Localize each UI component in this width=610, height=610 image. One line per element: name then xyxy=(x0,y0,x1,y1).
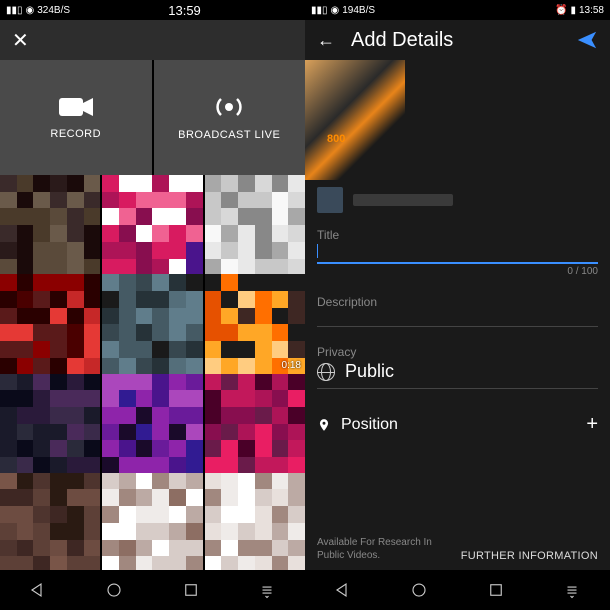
privacy-label: Privacy xyxy=(317,345,598,359)
thumb[interactable] xyxy=(102,473,202,570)
send-icon[interactable] xyxy=(576,29,598,51)
signal-icon: ▮▮▯ xyxy=(311,5,328,16)
thumb[interactable] xyxy=(0,274,100,374)
header-right: ← Add Details xyxy=(305,20,610,60)
broadcast-label: BROADCAST LIVE xyxy=(178,129,280,141)
video-preview[interactable] xyxy=(305,60,405,180)
further-info-link[interactable]: FURTHER INFORMATION xyxy=(461,550,598,562)
thumb[interactable] xyxy=(102,175,202,275)
wifi-icon: ◉ xyxy=(331,5,340,16)
form: Title 0 / 100 Description Privacy Public… xyxy=(305,220,610,536)
thumb[interactable] xyxy=(205,374,305,474)
gallery-grid: 0:18 xyxy=(0,175,305,570)
desc-input[interactable] xyxy=(317,309,598,327)
nav-home-icon[interactable] xyxy=(410,581,428,599)
thumb[interactable] xyxy=(0,175,100,275)
desc-label: Description xyxy=(317,295,598,309)
record-button[interactable]: RECORD xyxy=(0,60,152,175)
title-input[interactable] xyxy=(317,242,598,264)
duration-label: 0:18 xyxy=(282,360,301,371)
action-row: RECORD BROADCAST LIVE xyxy=(0,60,305,175)
thumb[interactable] xyxy=(205,175,305,275)
nav-menu-icon[interactable] xyxy=(258,581,276,599)
nav-recent-icon[interactable] xyxy=(182,581,200,599)
nav-recent-icon[interactable] xyxy=(487,581,505,599)
thumb[interactable] xyxy=(0,473,100,570)
camera-icon xyxy=(59,96,93,118)
position-label: Position xyxy=(341,416,576,434)
avatar xyxy=(317,187,343,213)
clock: 13:58 xyxy=(579,5,604,16)
username-placeholder xyxy=(353,194,453,206)
record-label: RECORD xyxy=(50,128,101,140)
alarm-icon: ⏰ xyxy=(555,5,567,16)
position-row[interactable]: Position + xyxy=(317,407,598,436)
pin-icon xyxy=(317,418,331,432)
wifi-icon: ◉ xyxy=(26,5,35,16)
thumb[interactable]: 0:18 xyxy=(205,274,305,374)
plus-icon[interactable]: + xyxy=(586,413,598,436)
battery-icon: ▮ xyxy=(570,5,576,16)
footer: Available For Research In Public Videos.… xyxy=(305,536,610,570)
nav-back-icon[interactable] xyxy=(334,581,352,599)
thumb[interactable] xyxy=(102,274,202,374)
nav-back-icon[interactable] xyxy=(29,581,47,599)
globe-icon xyxy=(317,363,335,381)
title-label: Title xyxy=(317,228,598,242)
clock: 13:59 xyxy=(168,3,201,18)
privacy-value: Public xyxy=(345,361,394,382)
status-bar-left: ▮▮▯ ◉ 324B/S 13:59 xyxy=(0,0,305,20)
net-speed: 194B/S xyxy=(342,5,375,16)
title-counter: 0 / 100 xyxy=(317,266,598,277)
thumb[interactable] xyxy=(0,374,100,474)
broadcast-button[interactable]: BROADCAST LIVE xyxy=(154,60,306,175)
navbar-right xyxy=(305,570,610,610)
thumb[interactable] xyxy=(102,374,202,474)
signal-icon: ▮▮▯ xyxy=(6,5,23,16)
disclaimer: Available For Research In Public Videos. xyxy=(317,536,451,562)
appbar-left: ✕ xyxy=(0,20,305,60)
user-row xyxy=(305,180,610,220)
thumb[interactable] xyxy=(205,473,305,570)
status-bar-right: ▮▮▯ ◉ 194B/S ⏰ ▮ 13:58 xyxy=(305,0,610,20)
preview-row xyxy=(305,60,610,180)
privacy-selector[interactable]: Public xyxy=(317,359,598,389)
nav-home-icon[interactable] xyxy=(105,581,123,599)
page-title: Add Details xyxy=(351,29,560,52)
nav-menu-icon[interactable] xyxy=(563,581,581,599)
broadcast-icon xyxy=(212,95,246,119)
back-icon[interactable]: ← xyxy=(317,30,335,51)
close-icon[interactable]: ✕ xyxy=(12,28,29,53)
net-speed: 324B/S xyxy=(37,5,70,16)
navbar-left xyxy=(0,570,305,610)
